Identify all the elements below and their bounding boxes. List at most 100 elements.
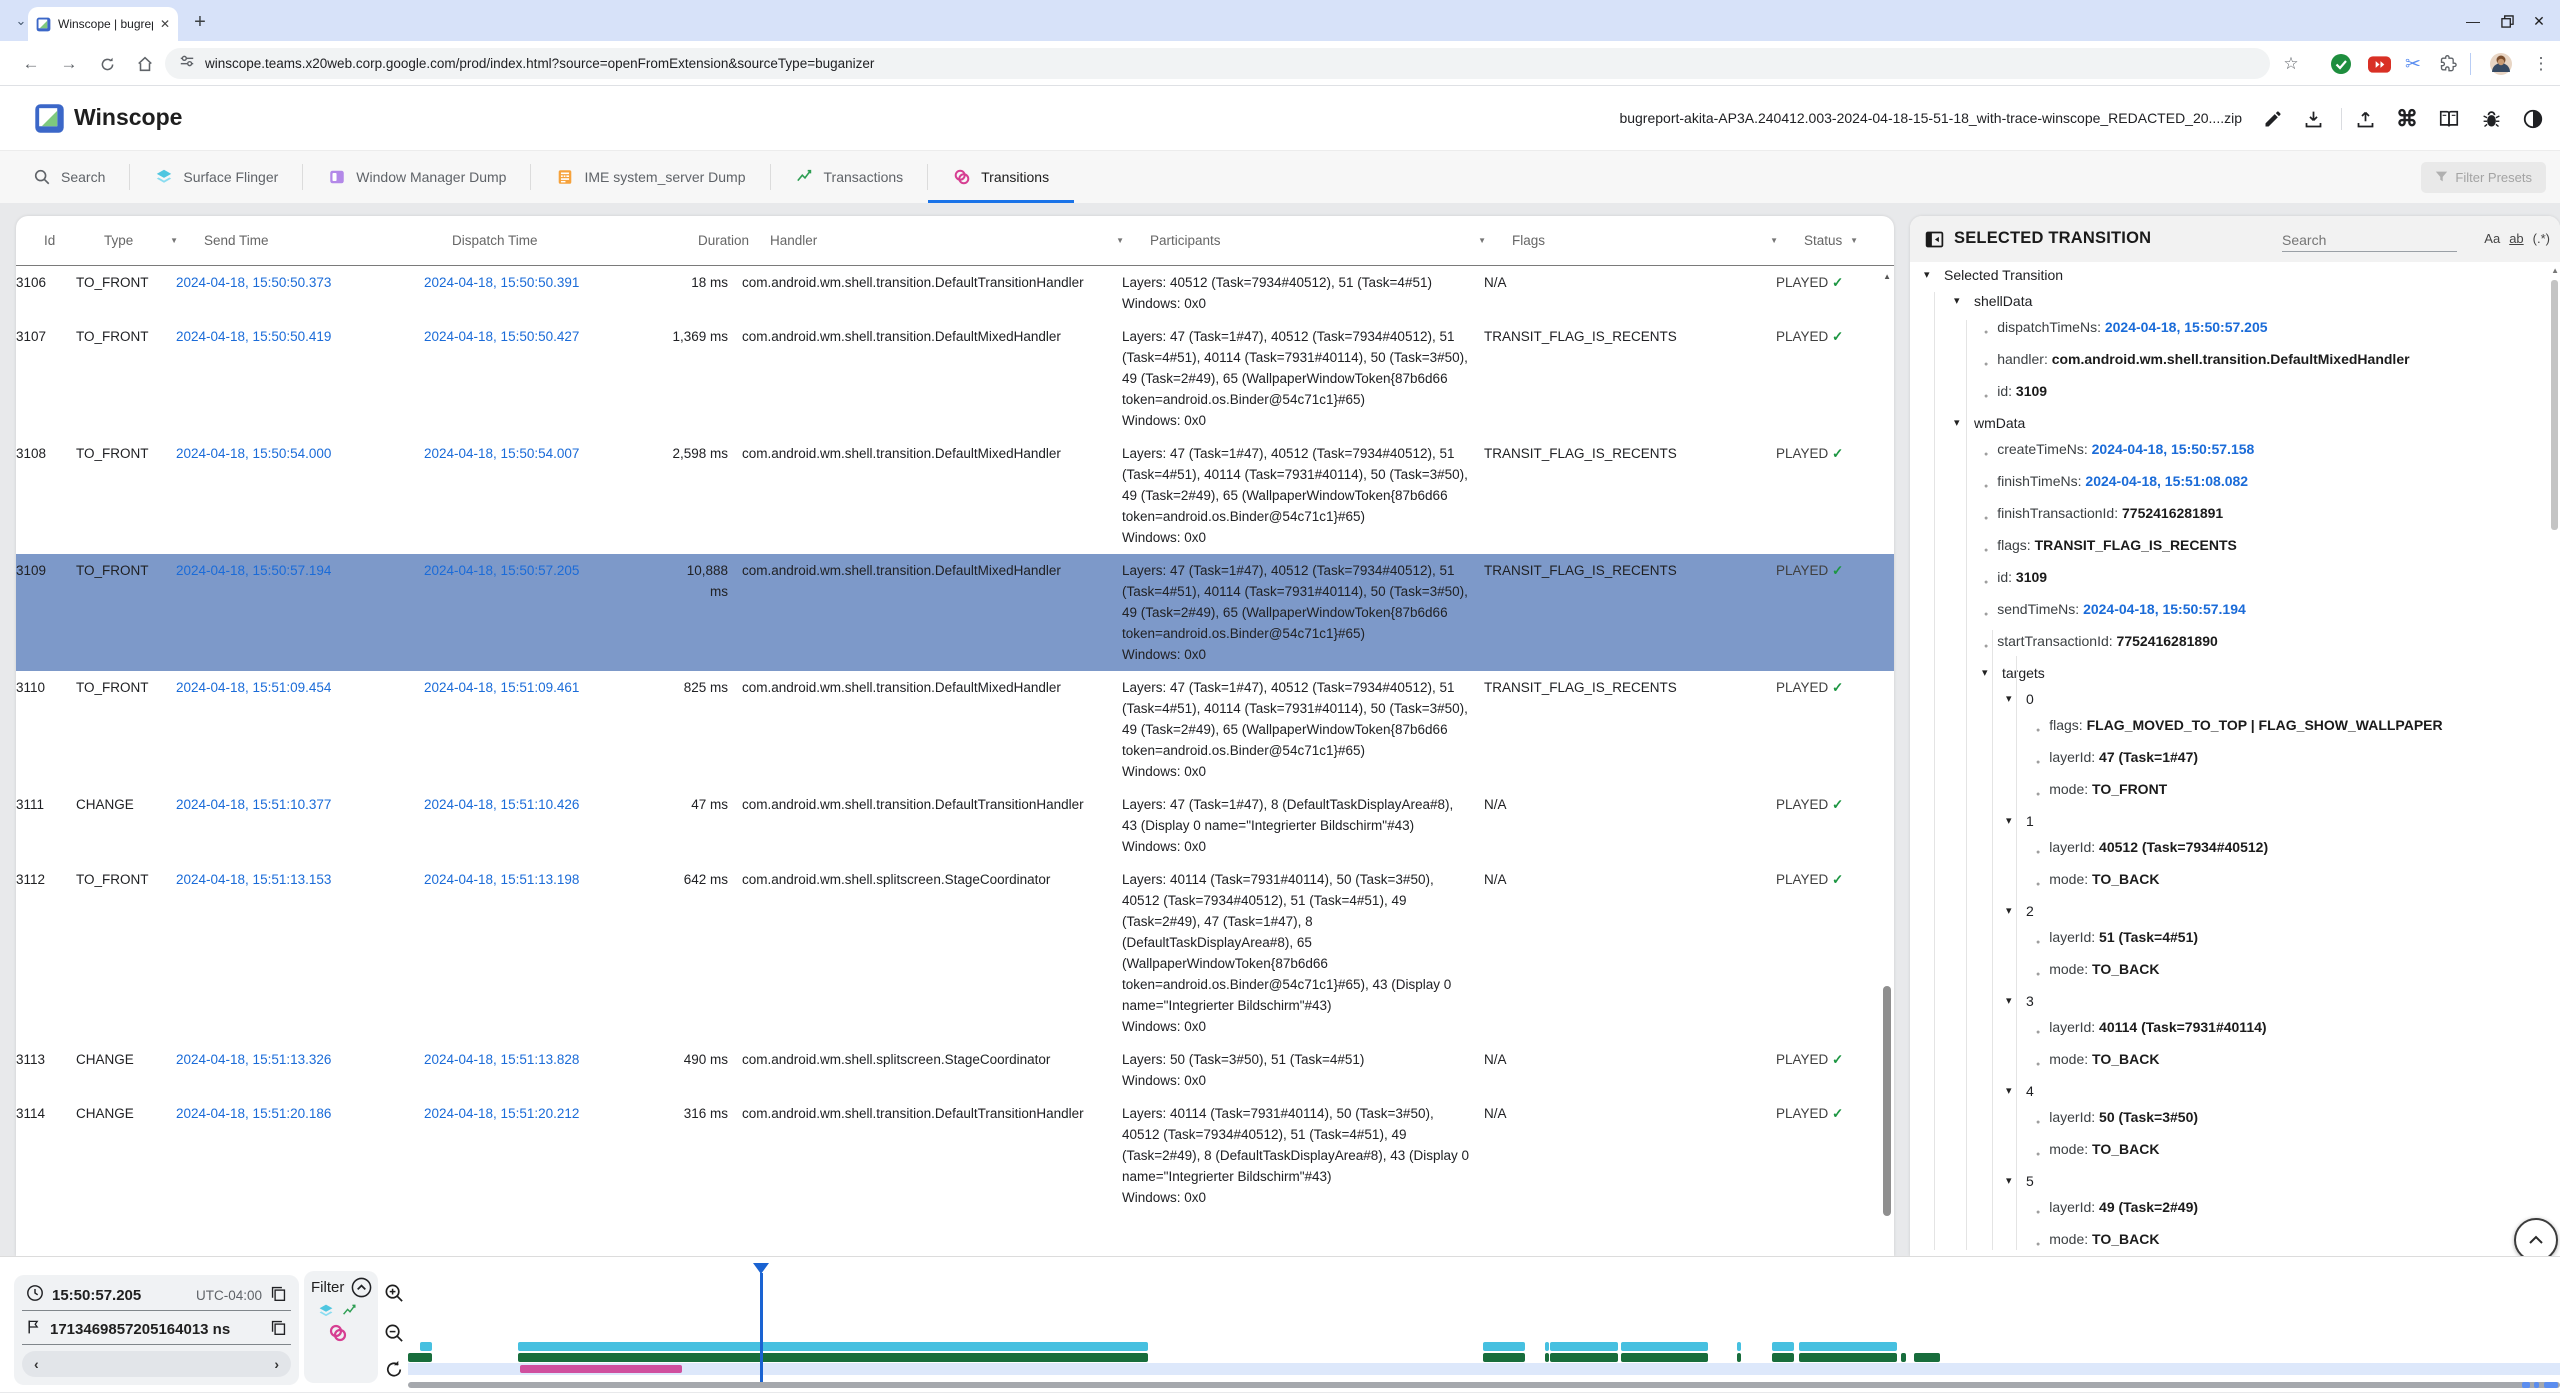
table-row[interactable]: 3112TO_FRONT2024-04-18, 15:51:13.1532024…: [16, 863, 1894, 1043]
transactions-segment[interactable]: [1901, 1353, 1906, 1362]
collapse-filter-icon[interactable]: [351, 1277, 372, 1303]
table-row[interactable]: 3110TO_FRONT2024-04-18, 15:51:09.4542024…: [16, 671, 1894, 788]
back-icon[interactable]: ←: [18, 51, 44, 77]
transactions-segment[interactable]: [1799, 1353, 1897, 1362]
cell-dispatch-time[interactable]: 2024-04-18, 15:50:57.205: [424, 560, 670, 665]
surface-flinger-segment[interactable]: [1545, 1342, 1549, 1351]
tree-node[interactable]: ▾Selected Transition: [1910, 262, 2548, 288]
edit-icon[interactable]: [2258, 104, 2288, 134]
tree-leaf[interactable]: ●mode: TO_BACK: [1910, 1136, 2548, 1168]
table-vertical-scrollbar[interactable]: [1882, 270, 1892, 1252]
tree-node[interactable]: ▾shellData: [1910, 288, 2548, 314]
tree-node[interactable]: ▾targets: [1910, 660, 2548, 686]
tree-node[interactable]: ▾5: [1910, 1168, 2548, 1194]
browser-menu-kebab-icon[interactable]: ⋮: [2528, 51, 2554, 77]
chevron-down-icon[interactable]: ▾: [1924, 265, 1936, 285]
report-bug-icon[interactable]: [2476, 104, 2506, 134]
ns-time-field[interactable]: 1713469857205164013 ns: [22, 1315, 291, 1345]
cell-send-time[interactable]: 2024-04-18, 15:51:09.454: [176, 677, 424, 782]
filter-presets-button[interactable]: Filter Presets: [2421, 162, 2546, 193]
filter-chevron-icon[interactable]: ▼: [1770, 236, 1778, 245]
transition-tree[interactable]: ▾Selected Transition▾shellData●dispatchT…: [1910, 262, 2548, 1256]
tree-node[interactable]: ▾0: [1910, 686, 2548, 712]
cell-send-time[interactable]: 2024-04-18, 15:50:50.419: [176, 326, 424, 431]
download-icon[interactable]: [2298, 104, 2328, 134]
table-body[interactable]: 3106TO_FRONT2024-04-18, 15:50:50.3732024…: [16, 266, 1894, 1256]
filter-chevron-icon[interactable]: ▼: [1850, 236, 1858, 245]
surface-flinger-segment[interactable]: [420, 1342, 432, 1351]
surface-flinger-segment[interactable]: [1483, 1342, 1525, 1351]
surface-flinger-segment[interactable]: [1550, 1342, 1618, 1351]
tab-ime-system-server-dump[interactable]: IME system_server Dump: [531, 151, 770, 203]
transitions-track[interactable]: [0, 1365, 2560, 1373]
home-icon[interactable]: [132, 51, 158, 77]
column-header-status[interactable]: Status▼: [1804, 233, 1884, 248]
collapse-panel-icon[interactable]: [1924, 229, 1945, 255]
tree-node[interactable]: ▾1: [1910, 808, 2548, 834]
panel-vertical-scrollbar[interactable]: ▲: [2550, 266, 2559, 666]
table-row[interactable]: 3106TO_FRONT2024-04-18, 15:50:50.3732024…: [16, 266, 1894, 320]
cell-dispatch-time[interactable]: 2024-04-18, 15:51:13.198: [424, 869, 670, 1037]
tree-leaf[interactable]: ●mode: TO_BACK: [1910, 1226, 2548, 1256]
tree-leaf[interactable]: ●finishTimeNs: 2024-04-18, 15:51:08.082: [1910, 468, 2548, 500]
extension-check-icon[interactable]: [2328, 51, 2354, 77]
cell-dispatch-time[interactable]: 2024-04-18, 15:50:50.427: [424, 326, 670, 431]
transactions-segment[interactable]: [408, 1353, 432, 1362]
filter-chevron-icon[interactable]: ▼: [1116, 236, 1124, 245]
tab-window-manager-dump[interactable]: Window Manager Dump: [303, 151, 531, 203]
cell-dispatch-time[interactable]: 2024-04-18, 15:51:10.426: [424, 794, 670, 857]
cell-dispatch-time[interactable]: 2024-04-18, 15:50:54.007: [424, 443, 670, 548]
tree-leaf[interactable]: ●mode: TO_FRONT: [1910, 776, 2548, 808]
browser-tab[interactable]: Winscope | bugreport-ak ✕: [28, 7, 178, 41]
table-row[interactable]: 3113CHANGE2024-04-18, 15:51:13.3262024-0…: [16, 1043, 1894, 1097]
table-row[interactable]: 3109TO_FRONT2024-04-18, 15:50:57.1942024…: [16, 554, 1894, 671]
chevron-down-icon[interactable]: ▾: [1954, 413, 1966, 433]
transactions-segment[interactable]: [1737, 1353, 1741, 1362]
regex-button[interactable]: (.*): [2533, 231, 2550, 246]
cell-send-time[interactable]: 2024-04-18, 15:50:50.373: [176, 272, 424, 314]
extension-video-icon[interactable]: [2366, 51, 2392, 77]
surface-flinger-segment[interactable]: [518, 1342, 1148, 1351]
tree-leaf[interactable]: ●mode: TO_BACK: [1910, 866, 2548, 898]
tree-leaf[interactable]: ●id: 3109: [1910, 564, 2548, 596]
transactions-segment[interactable]: [1621, 1353, 1708, 1362]
site-info-icon[interactable]: [179, 53, 195, 74]
documentation-book-icon[interactable]: [2434, 104, 2464, 134]
tree-leaf[interactable]: ●flags: TRANSIT_FLAG_IS_RECENTS: [1910, 532, 2548, 564]
chevron-down-icon[interactable]: ▾: [1954, 291, 1966, 311]
extension-scissors-icon[interactable]: ✂: [2400, 51, 2426, 77]
tree-leaf[interactable]: ●dispatchTimeNs: 2024-04-18, 15:50:57.20…: [1910, 314, 2548, 346]
tree-leaf[interactable]: ●sendTimeNs: 2024-04-18, 15:50:57.194: [1910, 596, 2548, 628]
cell-send-time[interactable]: 2024-04-18, 15:51:10.377: [176, 794, 424, 857]
surface-flinger-segment[interactable]: [1799, 1342, 1897, 1351]
tree-node[interactable]: ▾3: [1910, 988, 2548, 1014]
filter-chevron-icon[interactable]: ▼: [170, 236, 178, 245]
timeline-cursor-handle[interactable]: [753, 1263, 769, 1274]
cell-dispatch-time[interactable]: 2024-04-18, 15:51:09.461: [424, 677, 670, 782]
cell-dispatch-time[interactable]: 2024-04-18, 15:50:50.391: [424, 272, 670, 314]
tree-leaf[interactable]: ●handler: com.android.wm.shell.transitio…: [1910, 346, 2548, 378]
copy-icon[interactable]: [270, 1319, 287, 1341]
column-header-flags[interactable]: Flags▼: [1512, 233, 1804, 248]
table-row[interactable]: 3111CHANGE2024-04-18, 15:51:10.3772024-0…: [16, 788, 1894, 863]
transactions-segment[interactable]: [1550, 1353, 1618, 1362]
column-header-handler[interactable]: Handler▼: [770, 233, 1150, 248]
surface-flinger-segment[interactable]: [1772, 1342, 1794, 1351]
human-time-field[interactable]: 15:50:57.205 UTC-04:00: [22, 1281, 291, 1311]
filter-chevron-icon[interactable]: ▼: [1478, 236, 1486, 245]
transactions-segment[interactable]: [1545, 1353, 1549, 1362]
tree-leaf[interactable]: ●layerId: 49 (Task=2#49): [1910, 1194, 2548, 1226]
tree-leaf[interactable]: ●id: 3109: [1910, 378, 2548, 410]
table-row[interactable]: 3114CHANGE2024-04-18, 15:51:20.1862024-0…: [16, 1097, 1894, 1214]
tree-node[interactable]: ▾wmData: [1910, 410, 2548, 436]
scrollbar-up-icon[interactable]: ▲: [2551, 266, 2559, 275]
scrollbar-thumb[interactable]: [1883, 986, 1891, 1216]
cell-send-time[interactable]: 2024-04-18, 15:50:54.000: [176, 443, 424, 548]
upload-icon[interactable]: [2350, 104, 2380, 134]
dark-mode-toggle-icon[interactable]: [2518, 104, 2548, 134]
extensions-puzzle-icon[interactable]: [2436, 51, 2462, 77]
tree-leaf[interactable]: ●layerId: 51 (Task=4#51): [1910, 924, 2548, 956]
tree-leaf[interactable]: ●mode: TO_BACK: [1910, 956, 2548, 988]
transactions-segment[interactable]: [1483, 1353, 1525, 1362]
window-close-button[interactable]: ✕: [2524, 8, 2554, 34]
